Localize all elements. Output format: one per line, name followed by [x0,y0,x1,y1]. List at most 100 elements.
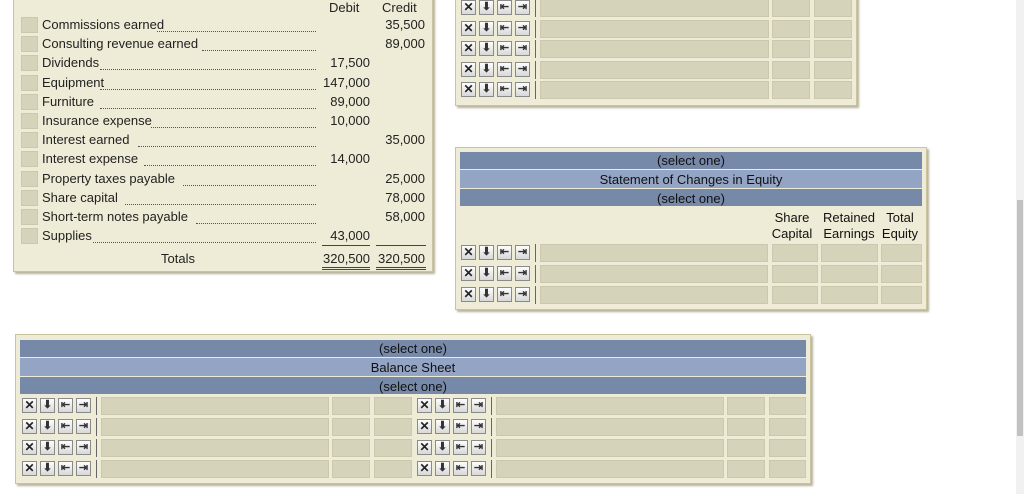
row-select-box[interactable] [21,36,38,53]
insert-row-below-icon[interactable]: ⬇ [479,245,494,260]
delete-row-icon[interactable]: ✕ [461,41,476,56]
bs-right-amount-input[interactable] [727,418,765,436]
bs-left-total-input[interactable] [374,418,412,436]
account-input[interactable] [540,0,769,17]
insert-row-below-icon[interactable]: ⬇ [435,419,450,434]
delete-row-icon[interactable]: ✕ [22,398,37,413]
bs-left-item-input[interactable] [101,418,329,436]
indent-icon[interactable]: ⇥ [76,419,91,434]
indent-icon[interactable]: ⇥ [515,61,530,77]
account-input[interactable] [540,40,769,58]
indent-icon[interactable]: ⇥ [515,245,530,260]
insert-row-below-icon[interactable]: ⬇ [435,461,450,476]
delete-row-icon[interactable]: ✕ [461,61,476,77]
bs-left-total-input[interactable] [374,397,412,415]
bs-right-total-input[interactable] [769,418,806,436]
bs-left-item-input[interactable] [101,439,329,457]
indent-icon[interactable]: ⇥ [471,419,486,434]
bs-left-amount-input[interactable] [332,460,370,478]
amount-input[interactable] [814,19,852,38]
insert-row-below-icon[interactable]: ⬇ [479,287,494,302]
bs-left-total-input[interactable] [374,439,412,457]
scrollbar-thumb[interactable] [1017,200,1023,436]
row-select-box[interactable] [21,93,38,110]
amount-input[interactable] [772,19,810,38]
equity-select-bottom[interactable]: (select one) [460,191,922,206]
row-select-box[interactable] [21,132,38,149]
row-select-box[interactable] [21,170,38,187]
indent-icon[interactable]: ⇥ [76,440,91,455]
account-input[interactable] [540,81,769,99]
row-select-box[interactable] [21,209,38,225]
outdent-icon[interactable]: ⇤ [497,61,512,77]
share-capital-input[interactable] [772,244,818,262]
row-select-box[interactable] [21,151,38,168]
share-capital-input[interactable] [772,286,818,304]
delete-row-icon[interactable]: ✕ [461,82,476,97]
insert-row-below-icon[interactable]: ⬇ [479,41,494,56]
delete-row-icon[interactable]: ✕ [461,245,476,260]
outdent-icon[interactable]: ⇤ [497,266,512,281]
bs-right-item-input[interactable] [496,397,724,415]
insert-row-below-icon[interactable]: ⬇ [40,440,55,455]
bs-right-amount-input[interactable] [727,397,765,415]
outdent-icon[interactable]: ⇤ [58,419,73,434]
insert-row-below-icon[interactable]: ⬇ [435,440,450,455]
row-select-box[interactable] [21,228,38,245]
bs-select-top[interactable]: (select one) [20,341,806,356]
row-select-box[interactable] [21,113,38,129]
outdent-icon[interactable]: ⇤ [497,287,512,302]
outdent-icon[interactable]: ⇤ [58,440,73,455]
outdent-icon[interactable]: ⇤ [497,0,512,15]
bs-select-bottom[interactable]: (select one) [20,379,806,394]
insert-row-below-icon[interactable]: ⬇ [40,461,55,476]
outdent-icon[interactable]: ⇤ [453,461,468,476]
insert-row-below-icon[interactable]: ⬇ [40,419,55,434]
bs-right-total-input[interactable] [769,439,806,457]
indent-icon[interactable]: ⇥ [471,398,486,413]
equity-item-input[interactable] [540,244,768,262]
indent-icon[interactable]: ⇥ [76,461,91,476]
retained-earnings-input[interactable] [821,286,878,304]
amount-input[interactable] [772,60,810,79]
amount-input[interactable] [814,81,852,99]
outdent-icon[interactable]: ⇤ [497,20,512,36]
insert-row-below-icon[interactable]: ⬇ [479,61,494,77]
bs-right-total-input[interactable] [769,460,806,478]
delete-row-icon[interactable]: ✕ [417,440,432,455]
indent-icon[interactable]: ⇥ [515,41,530,56]
total-equity-input[interactable] [881,244,922,262]
total-equity-input[interactable] [881,265,922,283]
delete-row-icon[interactable]: ✕ [22,419,37,434]
bs-right-amount-input[interactable] [727,460,765,478]
outdent-icon[interactable]: ⇤ [497,245,512,260]
insert-row-below-icon[interactable]: ⬇ [435,398,450,413]
amount-input[interactable] [814,0,852,17]
insert-row-below-icon[interactable]: ⬇ [479,266,494,281]
delete-row-icon[interactable]: ✕ [417,419,432,434]
amount-input[interactable] [772,40,810,58]
outdent-icon[interactable]: ⇤ [453,398,468,413]
delete-row-icon[interactable]: ✕ [417,398,432,413]
indent-icon[interactable]: ⇥ [471,461,486,476]
bs-left-total-input[interactable] [374,460,412,478]
bs-left-amount-input[interactable] [332,397,370,415]
insert-row-below-icon[interactable]: ⬇ [479,20,494,36]
row-select-box[interactable] [21,74,38,91]
amount-input[interactable] [814,40,852,58]
equity-item-input[interactable] [540,286,768,304]
account-input[interactable] [540,60,769,79]
bs-left-item-input[interactable] [101,397,329,415]
delete-row-icon[interactable]: ✕ [461,20,476,36]
bs-left-amount-input[interactable] [332,439,370,457]
delete-row-icon[interactable]: ✕ [22,461,37,476]
delete-row-icon[interactable]: ✕ [461,287,476,302]
row-select-box[interactable] [21,55,38,72]
outdent-icon[interactable]: ⇤ [58,398,73,413]
outdent-icon[interactable]: ⇤ [497,82,512,97]
outdent-icon[interactable]: ⇤ [453,440,468,455]
indent-icon[interactable]: ⇥ [76,398,91,413]
bs-right-amount-input[interactable] [727,439,765,457]
vertical-scrollbar[interactable] [1016,0,1024,494]
outdent-icon[interactable]: ⇤ [58,461,73,476]
